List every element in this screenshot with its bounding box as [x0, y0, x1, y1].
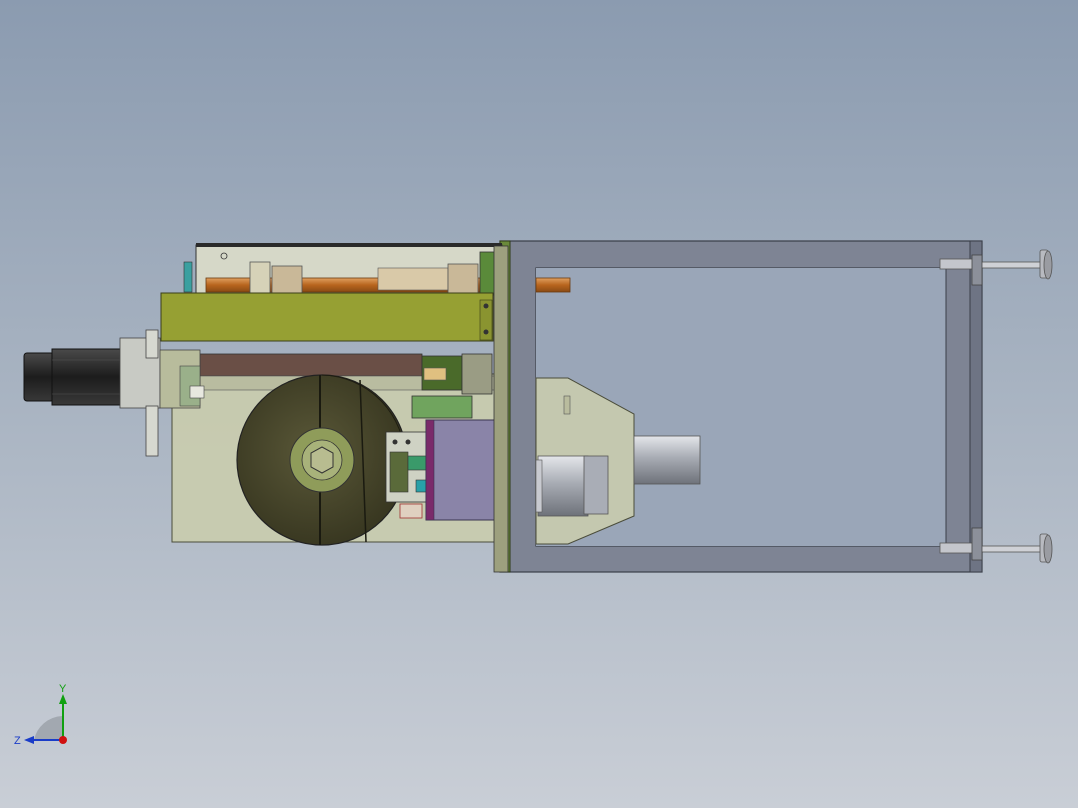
grinding-wheel[interactable]	[236, 374, 408, 546]
frame-right-rail	[945, 267, 971, 547]
z-axis-arrowhead-icon	[24, 736, 34, 744]
x-axis-origin-icon	[59, 736, 67, 744]
cad-viewport[interactable]: Y Z	[0, 0, 1078, 808]
view-orientation-triad[interactable]: Y Z	[10, 682, 80, 752]
z-axis-label: Z	[14, 735, 21, 747]
purple-gearbox[interactable]	[425, 419, 503, 521]
y-axis-label: Y	[59, 683, 67, 695]
assembly-model[interactable]	[0, 0, 1078, 808]
y-axis-arrowhead-icon	[59, 694, 67, 704]
olive-mounting-plate[interactable]	[160, 292, 494, 342]
copper-rod-stub	[535, 277, 571, 293]
bolt-icon	[483, 303, 489, 309]
center-divider-plate	[493, 245, 509, 573]
gearbox-flange	[425, 419, 435, 521]
inner-cylinder[interactable]	[535, 455, 609, 517]
bolt-icon	[483, 329, 489, 335]
output-cylinder[interactable]	[633, 435, 701, 485]
